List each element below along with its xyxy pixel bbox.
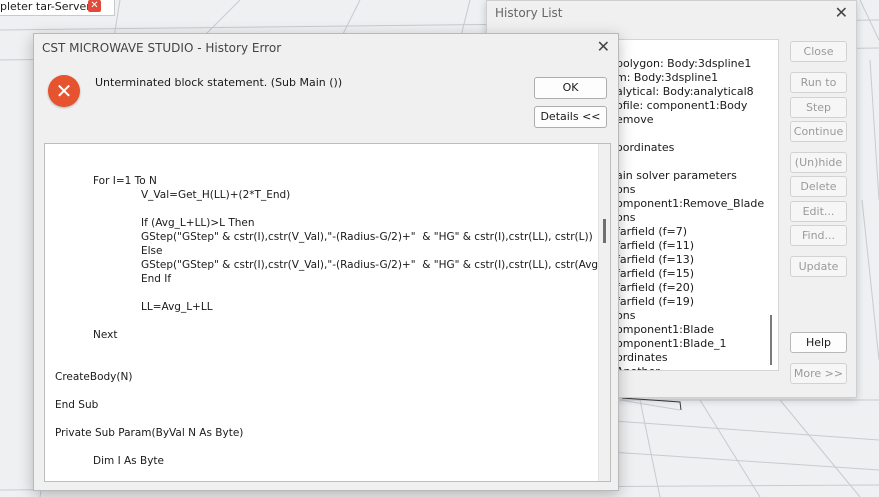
list-item[interactable]: omponent1:Remove_Blade — [616, 197, 764, 211]
close-icon[interactable]: ✕ — [88, 0, 101, 12]
code-line: For I=1 To N — [93, 175, 157, 187]
list-item[interactable]: omponent1:Blade_1 — [616, 337, 726, 351]
error-icon: ✕ — [48, 75, 80, 107]
code-line: End If — [141, 273, 172, 285]
list-item[interactable]: oordinates — [616, 141, 674, 155]
history-error-dialog: CST MICROWAVE STUDIO - History Error ✕ ✕… — [33, 33, 619, 491]
code-scrollbar[interactable] — [598, 144, 610, 481]
dialog-title: CST MICROWAVE STUDIO - History Error — [42, 41, 282, 55]
list-item[interactable]: Another — [616, 365, 660, 370]
details-button[interactable]: Details << — [534, 106, 607, 128]
list-item[interactable]: omponent1:Blade — [616, 323, 714, 337]
close-icon[interactable]: ✕ — [835, 3, 848, 22]
history-list-title: History List — [495, 6, 563, 20]
code-line: LL=Avg_L+LL — [141, 301, 213, 313]
code-line: If (Avg_L+LL)>L Then — [141, 217, 255, 229]
list-item[interactable]: ain solver parameters — [616, 169, 737, 183]
code-line: Next — [93, 329, 118, 341]
list-item[interactable]: farfield (f=11) — [616, 239, 694, 253]
list-item[interactable]: farfield (f=20) — [616, 281, 694, 295]
list-item[interactable]: farfield (f=15) — [616, 267, 694, 281]
close-button[interactable]: Close — [790, 41, 847, 62]
run-to-button[interactable]: Run to — [790, 72, 847, 93]
document-tab[interactable]: pleter tar-Server* ✕ — [0, 0, 115, 16]
list-item[interactable]: emove — [616, 113, 654, 127]
unhide-button[interactable]: (Un)hide — [790, 152, 847, 173]
close-icon[interactable]: ✕ — [597, 37, 610, 56]
list-item[interactable]: ofile: component1:Body — [616, 99, 747, 113]
code-line: GStep("GStep" & cstr(I),cstr(V_Val),"-(R… — [141, 259, 611, 271]
code-line: GStep("GStep" & cstr(I),cstr(V_Val),"-(R… — [141, 231, 593, 243]
code-line: Private Sub Param(ByVal N As Byte) — [55, 427, 244, 439]
continue-button[interactable]: Continue — [790, 121, 847, 142]
help-button[interactable]: Help — [790, 332, 847, 353]
code-line: CreateBody(N) — [55, 371, 133, 383]
find-button[interactable]: Find... — [790, 225, 847, 246]
code-text-area[interactable]: Dim I As Byte Private Sub Param(ByVal N A… — [44, 143, 611, 482]
code-line: V_Val=Get_H(LL)+(2*T_End) — [141, 189, 291, 201]
ok-button[interactable]: OK — [534, 77, 607, 99]
list-item[interactable]: polygon: Body:3dspline1 — [616, 57, 751, 71]
code-line: End Sub — [55, 399, 99, 411]
more-button[interactable]: More >> — [790, 363, 847, 384]
delete-button[interactable]: Delete — [790, 176, 847, 197]
document-tab-label: pleter tar-Server* — [0, 0, 97, 13]
scrollbar-thumb[interactable] — [770, 315, 772, 365]
edit-button[interactable]: Edit... — [790, 201, 847, 222]
update-button[interactable]: Update — [790, 256, 847, 277]
code-line: Dim I As Byte — [93, 455, 164, 467]
list-item[interactable]: farfield (f=13) — [616, 253, 694, 267]
list-item[interactable]: farfield (f=7) — [616, 225, 687, 239]
list-item[interactable]: ordinates — [616, 351, 668, 365]
list-item[interactable]: m: Body:3dspline1 — [616, 71, 718, 85]
error-message: Unterminated block statement. (Sub Main … — [95, 76, 343, 89]
code-line: Else — [141, 245, 163, 257]
scrollbar-thumb[interactable] — [603, 219, 606, 243]
list-item[interactable]: farfield (f=19) — [616, 295, 694, 309]
step-button[interactable]: Step — [790, 97, 847, 118]
list-item[interactable]: alytical: Body:analytical8 — [616, 85, 754, 99]
